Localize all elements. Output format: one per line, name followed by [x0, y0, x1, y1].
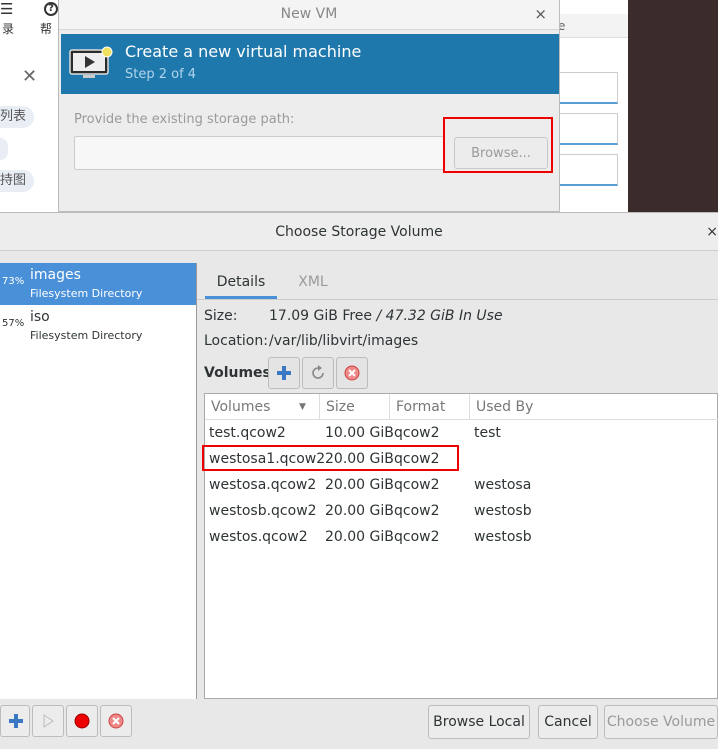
volume-name: westos.qcow2 [209, 529, 308, 545]
volume-format: qcow2 [394, 477, 440, 493]
tag-blank[interactable] [0, 138, 8, 160]
pool-item-iso[interactable]: 57% iso Filesystem Directory [0, 305, 196, 347]
refresh-volumes-button[interactable] [302, 357, 334, 389]
size-value: 17.09 GiB Free / 47.32 GiB In Use [269, 308, 503, 324]
new-vm-title: New VM [280, 6, 338, 22]
pool-usage: 73% [2, 276, 25, 287]
volume-used-by: westosa [474, 477, 532, 493]
table-row[interactable]: test.qcow2 10.00 GiB qcow2 test [205, 420, 718, 446]
storage-pool-list: 73% images Filesystem Directory 57% iso … [0, 263, 197, 699]
pool-name: iso [30, 309, 50, 325]
pool-item-images[interactable]: 73% images Filesystem Directory [0, 263, 196, 305]
background-field[interactable] [558, 154, 618, 186]
menu-icon[interactable]: ☰ [0, 2, 13, 17]
background-field[interactable] [558, 113, 618, 145]
cancel-button[interactable]: Cancel [538, 705, 598, 739]
size-inuse: 47.32 GiB In Use [385, 308, 503, 324]
volume-table: Volumes ▼ Size Format Used By test.qcow2 … [204, 393, 718, 699]
location-value: /var/lib/libvirt/images [269, 333, 419, 349]
volume-used-by: westosb [474, 503, 532, 519]
tag-map[interactable]: 持图 [0, 170, 35, 192]
volume-size: 20.00 GiB [325, 529, 394, 545]
volume-size: 20.00 GiB [325, 503, 394, 519]
annotation-highlight-browse [443, 117, 553, 173]
volume-format: qcow2 [394, 425, 440, 441]
wizard-step: Step 2 of 4 [125, 67, 197, 82]
volume-format: qcow2 [394, 529, 440, 545]
delete-volume-button[interactable] [336, 357, 368, 389]
size-free: 17.09 GiB Free [269, 308, 373, 324]
background-strip: e [558, 14, 628, 38]
new-vm-window: New VM × Create a new virtual machine St… [58, 0, 560, 212]
tab-xml[interactable]: XML [285, 265, 341, 299]
volume-format: qcow2 [394, 503, 440, 519]
pool-usage: 57% [2, 318, 25, 329]
new-vm-titlebar: New VM × [59, 0, 559, 30]
pool-type: Filesystem Directory [30, 329, 143, 342]
column-header-size[interactable]: Size [320, 394, 390, 420]
delete-icon [108, 713, 124, 729]
close-icon[interactable]: ✕ [22, 66, 37, 87]
pool-type: Filesystem Directory [30, 287, 143, 300]
close-icon[interactable]: × [534, 0, 547, 28]
background-app-left: ☰ 录 ? 帮 ✕ 列表 持图 [0, 0, 60, 212]
wizard-banner: Create a new virtual machine Step 2 of 4 [61, 34, 559, 94]
table-row[interactable]: westosa.qcow2 20.00 GiB qcow2 westosa [205, 472, 718, 498]
column-header-label: Volumes [211, 399, 271, 415]
table-row[interactable]: westos.qcow2 20.00 GiB qcow2 westosb [205, 524, 718, 550]
column-header-used-by[interactable]: Used By [470, 394, 718, 420]
tab-divider [197, 299, 718, 300]
choose-storage-volume-dialog: Choose Storage Volume × 73% images Files… [0, 212, 718, 749]
volume-name: test.qcow2 [209, 425, 286, 441]
size-separator: / [372, 308, 386, 324]
volume-used-by: westosb [474, 529, 532, 545]
volume-used-by: test [474, 425, 501, 441]
annotation-highlight-volume [202, 445, 459, 471]
table-row[interactable]: westosb.qcow2 20.00 GiB qcow2 westosb [205, 498, 718, 524]
choose-volume-button[interactable]: Choose Volume [604, 705, 718, 739]
volume-name: westosa.qcow2 [209, 477, 317, 493]
location-label: Location: [204, 333, 268, 349]
volume-size: 20.00 GiB [325, 477, 394, 493]
storage-path-label: Provide the existing storage path: [74, 112, 295, 127]
help-icon[interactable]: ? [44, 2, 58, 16]
close-icon[interactable]: × [706, 213, 718, 251]
plus-icon [277, 366, 291, 380]
stop-pool-button[interactable] [66, 705, 98, 737]
toolbar-label-help: 帮 [40, 22, 53, 36]
background-field[interactable] [558, 72, 618, 104]
add-volume-button[interactable] [268, 357, 300, 389]
desktop-background [628, 0, 718, 212]
stop-icon [74, 713, 90, 729]
dialog-title: Choose Storage Volume [275, 224, 443, 240]
plus-icon [9, 714, 23, 728]
browse-local-button[interactable]: Browse Local [428, 705, 530, 739]
monitor-play-icon [69, 46, 113, 78]
delete-pool-button[interactable] [100, 705, 132, 737]
sort-down-icon: ▼ [299, 402, 306, 412]
dialog-titlebar: Choose Storage Volume × [0, 213, 718, 251]
start-pool-button[interactable] [32, 705, 64, 737]
add-pool-button[interactable] [0, 705, 30, 737]
tab-details[interactable]: Details [205, 265, 277, 299]
size-label: Size: [204, 308, 238, 324]
play-icon [43, 714, 54, 728]
volume-size: 10.00 GiB [325, 425, 394, 441]
toolbar-label-left: 录 [2, 22, 15, 36]
pool-name: images [30, 267, 81, 283]
volumes-label: Volumes [204, 365, 271, 381]
tag-list[interactable]: 列表 [0, 106, 35, 128]
refresh-icon [312, 365, 324, 379]
delete-icon [344, 365, 360, 381]
storage-path-input[interactable] [74, 136, 444, 170]
column-header-format[interactable]: Format [390, 394, 470, 420]
wizard-heading: Create a new virtual machine [125, 42, 362, 61]
volume-name: westosb.qcow2 [209, 503, 317, 519]
column-header-volumes[interactable]: Volumes ▼ [205, 394, 320, 420]
